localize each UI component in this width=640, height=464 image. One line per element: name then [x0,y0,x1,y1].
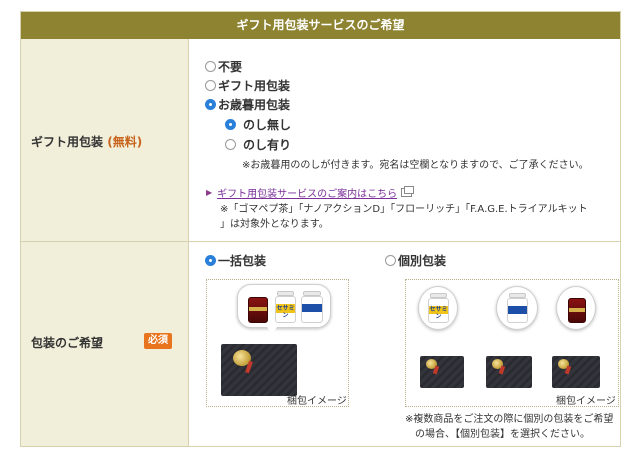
packaging-options-cell: 一括包装 個別包装 セサミン 梱包イメージ セサミン 梱包イメージ ※複数商品を… [189,242,620,446]
gift-wrap-options-cell: 不要 ギフト用包装 お歳暮用包装 のし無し のし有り ※お歳暮用ののしが付きます… [189,39,620,242]
gift-box-icon [552,356,600,388]
radio-icon[interactable] [225,138,236,150]
individual-wrap-note-line2: の場合、【個別包装】を選択ください。 [415,429,590,440]
supplement-bottle-icon: セサミン [428,293,449,323]
radio-option-no-noshi[interactable]: のし無し [225,115,291,133]
radio-option-bulk-wrap-label: 一括包装 [218,253,267,268]
gift-wrap-label: ギフト用包装 (無料) [31,133,142,150]
gift-box-icon [486,356,532,388]
section-title: ギフト用包装サービスのご希望 [21,12,620,39]
external-window-icon [401,186,415,197]
radio-icon[interactable] [385,254,396,266]
radio-icon[interactable] [205,60,216,72]
gift-box-icon [420,356,464,388]
gift-wrap-guide-link-text[interactable]: ギフト用包装サービスのご案内はこちら [217,185,397,200]
supplement-bottle-icon [248,295,268,323]
individual-wrap-note-line1: ※複数商品をご注文の際に個別の包装をご希望 [405,414,614,425]
radio-icon[interactable] [205,254,216,266]
radio-icon[interactable] [225,118,236,130]
radio-option-with-noshi[interactable]: のし有り [225,135,291,153]
radio-option-oseibo-wrap[interactable]: お歳暮用包装 [205,95,290,113]
radio-option-individual-wrap-label: 個別包装 [398,253,447,268]
gift-wrap-label-cell: ギフト用包装 (無料) [21,39,189,242]
gift-box-icon [221,344,297,396]
product-bubble: セサミン [237,284,331,328]
required-badge: 必須 [144,333,172,349]
exclusion-note-line2: 」は対象外となります。 [220,219,329,230]
free-tag: (無料) [107,135,143,149]
arrow-icon: ▶ [206,188,213,197]
supplement-bottle-icon [507,293,528,323]
noshi-note: ※お歳暮用ののしが付きます。宛名は空欄となりますので、ご了承ください。 [242,160,589,171]
gift-wrap-guide-link[interactable]: ▶ ギフト用包装サービスのご案内はこちら [206,185,415,200]
individual-wrap-caption: 梱包イメージ [556,396,616,407]
radio-icon[interactable] [205,79,216,91]
gift-wrap-label-text: ギフト用包装 [31,135,104,149]
radio-option-none-label: 不要 [218,59,243,74]
product-bubble [496,286,538,330]
supplement-bottle-icon [568,296,586,323]
packaging-label: 包装のご希望 [31,336,104,350]
gift-wrap-form: ギフト用包装サービスのご希望 ギフト用包装 (無料) 不要 ギフト用包装 お歳暮… [20,11,621,447]
radio-option-with-noshi-label: のし有り [243,137,292,152]
radio-option-gift-wrap[interactable]: ギフト用包装 [205,76,290,94]
radio-option-no-noshi-label: のし無し [243,117,292,132]
radio-option-oseibo-wrap-label: お歳暮用包装 [218,97,291,112]
radio-option-none[interactable]: 不要 [205,57,242,75]
exclusion-note-line1: ※「ゴマペプ茶」「ナノアクションD」「フローリッチ」「F.A.G.E.トライアル… [220,204,588,215]
supplement-bottle-icon [301,291,323,323]
bulk-wrap-caption: 梱包イメージ [287,396,347,407]
radio-option-gift-wrap-label: ギフト用包装 [218,78,291,93]
product-bubble: セサミン [418,286,458,330]
packaging-label-cell: 包装のご希望 必須 [21,242,189,446]
radio-icon[interactable] [205,98,216,110]
product-bubble [556,286,596,330]
supplement-bottle-icon: セサミン [275,291,296,323]
radio-option-individual-wrap[interactable]: 個別包装 [385,251,446,269]
radio-option-bulk-wrap[interactable]: 一括包装 [205,251,266,269]
bulk-wrap-image: セサミン 梱包イメージ [206,279,349,407]
individual-wrap-image: セサミン 梱包イメージ [405,279,619,407]
